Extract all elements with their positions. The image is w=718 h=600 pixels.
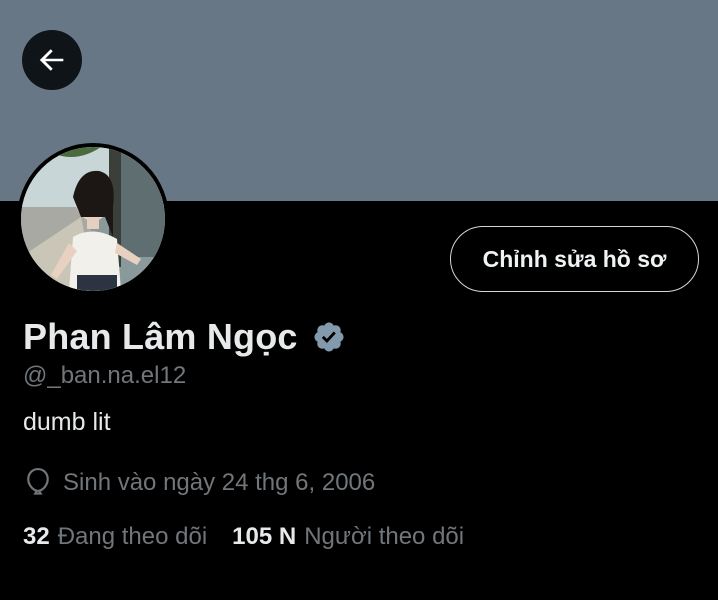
balloon-icon <box>23 466 53 500</box>
display-name: Phan Lâm Ngọc <box>23 316 298 357</box>
followers-count: 105 N <box>232 523 297 550</box>
follow-stats: 32 Đang theo dõi 105 N Người theo dõi <box>23 520 464 554</box>
birthday-text: Sinh vào ngày 24 thg 6, 2006 <box>63 469 376 496</box>
followers-label: Người theo dõi <box>304 523 465 550</box>
display-name-row: Phan Lâm Ngọc <box>23 312 346 362</box>
birthday-info: Sinh vào ngày 24 thg 6, 2006 <box>23 466 375 500</box>
edit-profile-button[interactable]: Chỉnh sửa hồ sơ <box>450 226 699 292</box>
following-label: Đang theo dõi <box>57 523 208 550</box>
arrow-left-icon <box>39 49 64 71</box>
avatar[interactable] <box>17 143 169 295</box>
profile-page: Chỉnh sửa hồ sơ Phan Lâm Ngọc @_ban.na.e… <box>0 0 718 600</box>
profile-bio: dumb lit <box>23 408 111 436</box>
back-button[interactable] <box>22 30 82 90</box>
following-count: 32 <box>23 523 50 550</box>
following-link[interactable]: 32 Đang theo dõi <box>23 523 207 551</box>
followers-link[interactable]: 105 N Người theo dõi <box>232 523 464 551</box>
profile-handle: @_ban.na.el12 <box>23 362 187 389</box>
verified-badge-icon[interactable] <box>312 320 346 354</box>
